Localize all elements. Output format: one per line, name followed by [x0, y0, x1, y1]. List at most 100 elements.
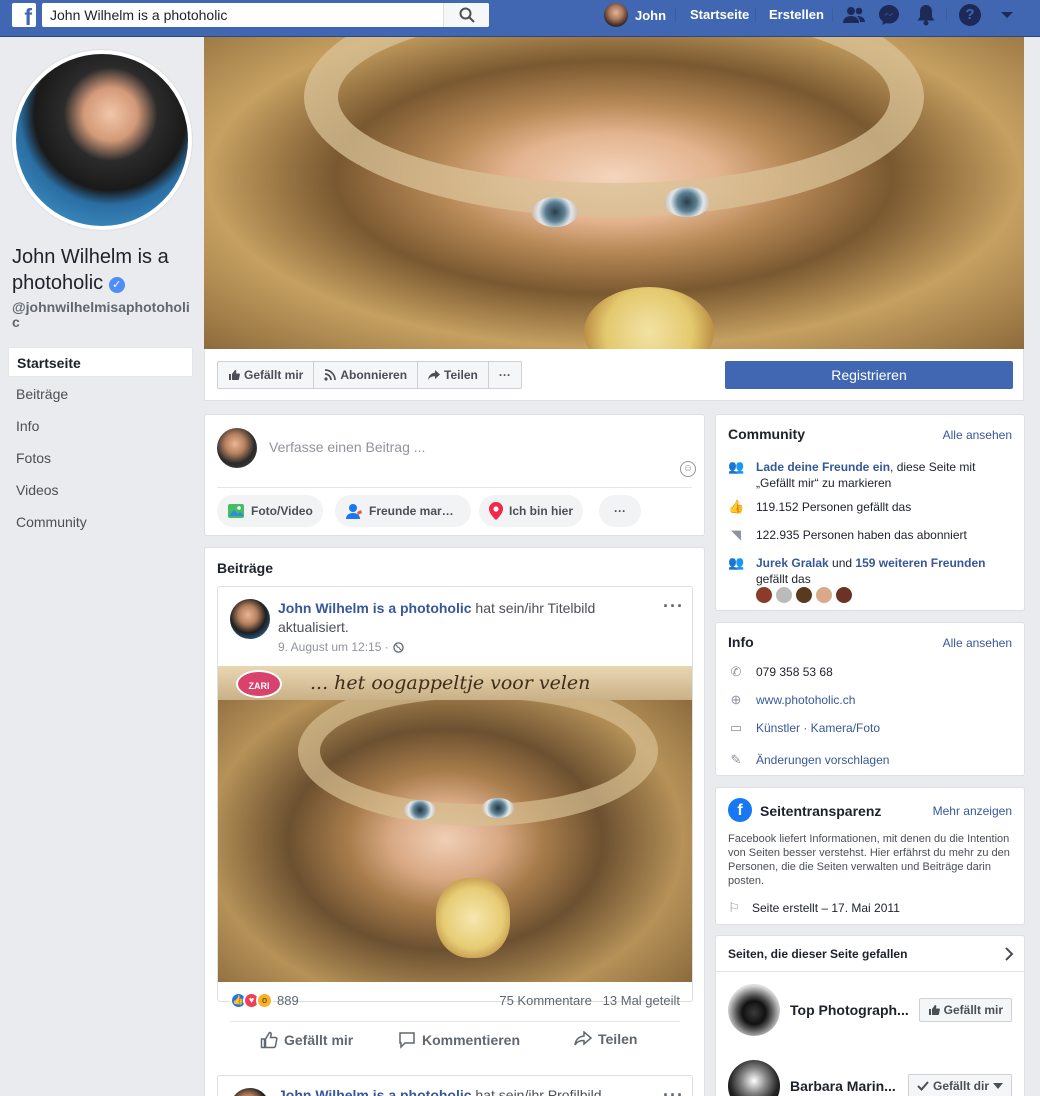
nav-home-link[interactable]: Startseite	[690, 3, 749, 27]
checkin-button[interactable]: Ich bin hier	[479, 495, 584, 527]
nav-create-link[interactable]: Erstellen	[769, 3, 824, 27]
subscribe-label: Abonnieren	[340, 368, 408, 382]
thumbs-up-outline-icon	[260, 1031, 278, 1049]
suggest-edits-link[interactable]: Änderungen vorschlagen	[756, 752, 889, 768]
website-link[interactable]: www.photoholic.ch	[756, 692, 855, 708]
post-share-label: Teilen	[598, 1031, 638, 1047]
share-page-button[interactable]: Teilen	[418, 362, 489, 388]
category-link[interactable]: Künstler · Kamera/Foto	[756, 720, 880, 736]
friend-avatar[interactable]	[816, 587, 832, 603]
left-nav-item-startseite[interactable]: Startseite	[8, 347, 193, 377]
left-nav-item-info[interactable]: Info	[8, 411, 193, 441]
nav-profile-link[interactable]: John	[604, 3, 666, 27]
like-page-button[interactable]: Gefällt mir	[218, 362, 315, 388]
community-followers-row: ◥ 122.935 Personen haben das abonniert	[728, 527, 1012, 543]
community-title: Community	[728, 426, 805, 442]
page-created-row: ⚐ Seite erstellt – 17. Mai 2011	[728, 900, 1012, 916]
composer-avatar	[217, 428, 257, 468]
liked-page-liked-button[interactable]: Gefällt dir	[907, 1074, 1012, 1096]
liked-page-name[interactable]: Barbara Marin...	[790, 1078, 908, 1094]
post-comment-button[interactable]: Kommentieren	[398, 1031, 520, 1049]
liked-page-name[interactable]: Top Photograph...	[790, 1002, 919, 1018]
left-nav-item-community[interactable]: Community	[8, 507, 193, 537]
composer-input[interactable]: Verfasse einen Beitrag ...	[269, 439, 425, 455]
share-arrow-icon	[428, 370, 441, 380]
profile-picture[interactable]	[12, 50, 192, 230]
liked-page-avatar[interactable]	[728, 1060, 780, 1096]
info-website-row: ⊕ www.photoholic.ch	[728, 692, 1012, 708]
messenger-icon[interactable]	[877, 4, 901, 26]
post-like-button[interactable]: Gefällt mir	[260, 1031, 353, 1049]
comments-shares-count[interactable]: 75 Kommentare 13 Mal geteilt	[499, 993, 680, 1008]
friend-avatar[interactable]	[776, 587, 792, 603]
community-card: Community Alle ansehen 👥 Lade deine Freu…	[715, 414, 1025, 611]
left-nav-item-fotos[interactable]: Fotos	[8, 443, 193, 473]
nav-divider	[946, 8, 947, 22]
search-icon	[459, 7, 475, 23]
post-image[interactable]: ZARI ... het oogappeltje voor velen	[218, 666, 692, 982]
more-options-button[interactable]: ···	[489, 362, 521, 388]
post-author-avatar[interactable]	[230, 1088, 270, 1096]
post-like-label: Gefällt mir	[284, 1032, 354, 1048]
photo-video-button[interactable]: Foto/Video	[217, 495, 323, 527]
help-icon[interactable]: ?	[958, 4, 982, 26]
liked-page-liked-label: Gefällt dir	[932, 1079, 989, 1093]
globe-icon: ⊕	[730, 692, 742, 707]
post-author-link[interactable]: John Wilhelm is a photoholic	[278, 600, 472, 616]
post-image-banner: ZARI ... het oogappeltje voor velen	[218, 666, 692, 700]
cover-photo[interactable]	[204, 37, 1024, 349]
liked-page-avatar[interactable]	[728, 984, 780, 1036]
friend-name-link[interactable]: Jurek Gralak	[756, 556, 829, 570]
search-input[interactable]	[42, 3, 442, 27]
left-nav-item-beitraege[interactable]: Beiträge	[8, 379, 193, 409]
post-author-avatar[interactable]	[230, 599, 270, 639]
nav-divider	[675, 8, 676, 22]
nav-divider	[832, 8, 833, 22]
tag-friends-button[interactable]: Freunde mar…	[335, 495, 471, 527]
post-share-button[interactable]: Teilen	[574, 1031, 637, 1047]
more-friends-link[interactable]: 159 weiteren Freunden	[855, 556, 985, 570]
liked-pages-header[interactable]: Seiten, die dieser Seite gefallen	[716, 936, 1024, 972]
post-menu-button[interactable]: ···	[663, 597, 684, 615]
globe-icon	[393, 641, 404, 653]
account-menu-chevron-down-icon[interactable]	[995, 4, 1019, 26]
page-handle[interactable]: @johnwilhelmisaphotoholic	[12, 300, 194, 330]
phone-icon: ✆	[730, 664, 742, 679]
composer-more-button[interactable]: ···	[599, 495, 641, 527]
friend-avatars	[756, 587, 852, 603]
left-nav-item-videos[interactable]: Videos	[8, 475, 193, 505]
friend-avatar[interactable]	[836, 587, 852, 603]
tag-friends-label: Freunde mar…	[369, 504, 454, 518]
transparency-more-link[interactable]: Mehr anzeigen	[933, 804, 1012, 818]
invite-friends-link[interactable]: Lade deine Freunde ein	[756, 460, 890, 474]
community-see-all-link[interactable]: Alle ansehen	[943, 428, 1012, 442]
search-button[interactable]	[443, 3, 489, 27]
facebook-round-icon: f	[728, 798, 752, 822]
info-see-all-link[interactable]: Alle ansehen	[943, 636, 1012, 650]
nav-user-name: John	[635, 7, 667, 23]
liked-page-like-button[interactable]: Gefällt mir	[918, 998, 1012, 1022]
friend-avatar[interactable]	[796, 587, 812, 603]
facebook-logo-icon[interactable]: f	[12, 3, 36, 27]
post-eye-left	[404, 800, 436, 820]
people-icon: 👥	[728, 459, 745, 474]
page-created-text: Seite erstellt – 17. Mai 2011	[752, 901, 900, 915]
share-page-label: Teilen	[444, 368, 478, 382]
photo-video-label: Foto/Video	[251, 504, 313, 518]
notifications-bell-icon[interactable]	[914, 4, 938, 26]
post-comment-label: Kommentieren	[422, 1032, 521, 1048]
register-button[interactable]: Registrieren	[725, 361, 1013, 389]
reaction-count: 889	[277, 993, 299, 1008]
friend-requests-icon[interactable]	[842, 4, 866, 26]
friend-avatar[interactable]	[756, 587, 772, 603]
reaction-summary[interactable]: 👍 ♥ o 889	[230, 992, 299, 1009]
post-menu-button[interactable]: ···	[663, 1086, 684, 1096]
post-timestamp[interactable]: 9. August um 12:15 ·	[278, 640, 404, 654]
info-phone-row: ✆ 079 358 53 68	[728, 664, 1012, 680]
post-author-link[interactable]: John Wilhelm is a photoholic	[278, 1087, 472, 1096]
post-card: John Wilhelm is a photoholic hat sein/ih…	[217, 586, 693, 1049]
emoji-icon[interactable]: ☺	[680, 461, 696, 477]
composer-divider	[217, 487, 692, 488]
liked-page-row: Top Photograph... Gefällt mir	[728, 984, 1012, 1036]
subscribe-button[interactable]: Abonnieren	[314, 362, 419, 388]
